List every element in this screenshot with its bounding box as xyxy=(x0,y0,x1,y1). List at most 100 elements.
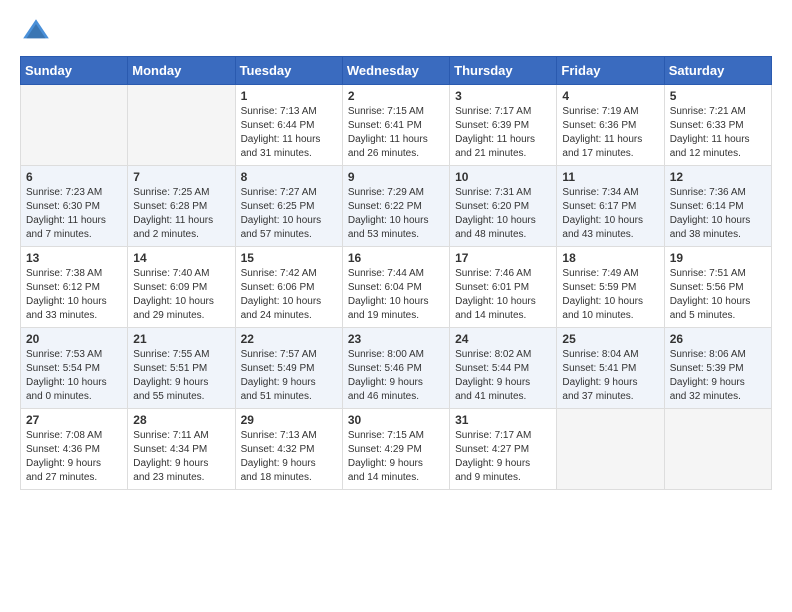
cell-details: Sunrise: 7:38 AM Sunset: 6:12 PM Dayligh… xyxy=(26,267,122,323)
cell-details: Sunrise: 7:49 AM Sunset: 5:59 PM Dayligh… xyxy=(562,267,658,323)
cell-details: Sunrise: 7:13 AM Sunset: 6:44 PM Dayligh… xyxy=(241,105,337,161)
calendar-cell: 10 Sunrise: 7:31 AM Sunset: 6:20 PM Dayli… xyxy=(450,166,557,247)
calendar-cell: 13Sunrise: 7:38 AM Sunset: 6:12 PM Dayli… xyxy=(21,247,128,328)
week-row-4: 27Sunrise: 7:08 AM Sunset: 4:36 PM Dayli… xyxy=(21,409,772,490)
cell-details: Sunrise: 7:46 AM Sunset: 6:01 PM Dayligh… xyxy=(455,267,551,323)
day-number: 1 xyxy=(241,89,337,103)
cell-details: Sunrise: 7:44 AM Sunset: 6:04 PM Dayligh… xyxy=(348,267,444,323)
cell-details: Sunrise: 7:57 AM Sunset: 5:49 PM Dayligh… xyxy=(241,348,337,404)
cell-details: Sunrise: 7:53 AM Sunset: 5:54 PM Dayligh… xyxy=(26,348,122,404)
day-number: 7 xyxy=(133,170,229,184)
calendar-cell xyxy=(128,85,235,166)
day-number: 22 xyxy=(241,332,337,346)
day-number: 16 xyxy=(348,251,444,265)
calendar-cell: 19 Sunrise: 7:51 AM Sunset: 5:56 PM Dayli… xyxy=(664,247,771,328)
cell-details: Sunrise: 7:27 AM Sunset: 6:25 PM Dayligh… xyxy=(241,186,337,242)
cell-details: Sunrise: 7:23 AM Sunset: 6:30 PM Dayligh… xyxy=(26,186,122,242)
day-number: 31 xyxy=(455,413,551,427)
calendar-cell xyxy=(664,409,771,490)
weekday-header-friday: Friday xyxy=(557,57,664,85)
cell-details: Sunrise: 8:04 AM Sunset: 5:41 PM Dayligh… xyxy=(562,348,658,404)
cell-details: Sunrise: 8:00 AM Sunset: 5:46 PM Dayligh… xyxy=(348,348,444,404)
header xyxy=(20,16,772,48)
cell-details: Sunrise: 7:36 AM Sunset: 6:14 PM Dayligh… xyxy=(670,186,766,242)
day-number: 26 xyxy=(670,332,766,346)
day-number: 6 xyxy=(26,170,122,184)
cell-details: Sunrise: 7:17 AM Sunset: 4:27 PM Dayligh… xyxy=(455,429,551,485)
logo-icon xyxy=(20,16,52,48)
cell-details: Sunrise: 7:15 AM Sunset: 4:29 PM Dayligh… xyxy=(348,429,444,485)
day-number: 14 xyxy=(133,251,229,265)
calendar-cell xyxy=(21,85,128,166)
calendar-cell: 1 Sunrise: 7:13 AM Sunset: 6:44 PM Daylig… xyxy=(235,85,342,166)
day-number: 4 xyxy=(562,89,658,103)
cell-details: Sunrise: 7:11 AM Sunset: 4:34 PM Dayligh… xyxy=(133,429,229,485)
weekday-header-tuesday: Tuesday xyxy=(235,57,342,85)
calendar-cell: 25 Sunrise: 8:04 AM Sunset: 5:41 PM Dayli… xyxy=(557,328,664,409)
cell-details: Sunrise: 7:51 AM Sunset: 5:56 PM Dayligh… xyxy=(670,267,766,323)
cell-details: Sunrise: 8:02 AM Sunset: 5:44 PM Dayligh… xyxy=(455,348,551,404)
calendar-cell: 24Sunrise: 8:02 AM Sunset: 5:44 PM Dayli… xyxy=(450,328,557,409)
day-number: 23 xyxy=(348,332,444,346)
calendar-cell: 28 Sunrise: 7:11 AM Sunset: 4:34 PM Dayli… xyxy=(128,409,235,490)
calendar-cell: 9Sunrise: 7:29 AM Sunset: 6:22 PM Daylig… xyxy=(342,166,449,247)
week-row-3: 20 Sunrise: 7:53 AM Sunset: 5:54 PM Dayli… xyxy=(21,328,772,409)
calendar-cell: 27Sunrise: 7:08 AM Sunset: 4:36 PM Dayli… xyxy=(21,409,128,490)
cell-details: Sunrise: 7:34 AM Sunset: 6:17 PM Dayligh… xyxy=(562,186,658,242)
cell-details: Sunrise: 7:25 AM Sunset: 6:28 PM Dayligh… xyxy=(133,186,229,242)
calendar-cell: 3Sunrise: 7:17 AM Sunset: 6:39 PM Daylig… xyxy=(450,85,557,166)
day-number: 9 xyxy=(348,170,444,184)
cell-details: Sunrise: 7:19 AM Sunset: 6:36 PM Dayligh… xyxy=(562,105,658,161)
calendar-cell: 17 Sunrise: 7:46 AM Sunset: 6:01 PM Dayli… xyxy=(450,247,557,328)
cell-details: Sunrise: 7:13 AM Sunset: 4:32 PM Dayligh… xyxy=(241,429,337,485)
page: SundayMondayTuesdayWednesdayThursdayFrid… xyxy=(0,0,792,502)
day-number: 17 xyxy=(455,251,551,265)
weekday-header-wednesday: Wednesday xyxy=(342,57,449,85)
weekday-header-row: SundayMondayTuesdayWednesdayThursdayFrid… xyxy=(21,57,772,85)
cell-details: Sunrise: 7:31 AM Sunset: 6:20 PM Dayligh… xyxy=(455,186,551,242)
weekday-header-monday: Monday xyxy=(128,57,235,85)
cell-details: Sunrise: 7:21 AM Sunset: 6:33 PM Dayligh… xyxy=(670,105,766,161)
cell-details: Sunrise: 7:08 AM Sunset: 4:36 PM Dayligh… xyxy=(26,429,122,485)
calendar-cell: 15 Sunrise: 7:42 AM Sunset: 6:06 PM Dayli… xyxy=(235,247,342,328)
day-number: 2 xyxy=(348,89,444,103)
day-number: 8 xyxy=(241,170,337,184)
week-row-0: 1 Sunrise: 7:13 AM Sunset: 6:44 PM Daylig… xyxy=(21,85,772,166)
cell-details: Sunrise: 7:40 AM Sunset: 6:09 PM Dayligh… xyxy=(133,267,229,323)
day-number: 11 xyxy=(562,170,658,184)
calendar-cell: 5 Sunrise: 7:21 AM Sunset: 6:33 PM Daylig… xyxy=(664,85,771,166)
cell-details: Sunrise: 7:55 AM Sunset: 5:51 PM Dayligh… xyxy=(133,348,229,404)
calendar-cell: 7 Sunrise: 7:25 AM Sunset: 6:28 PM Daylig… xyxy=(128,166,235,247)
day-number: 20 xyxy=(26,332,122,346)
calendar-cell: 4 Sunrise: 7:19 AM Sunset: 6:36 PM Daylig… xyxy=(557,85,664,166)
day-number: 19 xyxy=(670,251,766,265)
day-number: 12 xyxy=(670,170,766,184)
week-row-1: 6 Sunrise: 7:23 AM Sunset: 6:30 PM Daylig… xyxy=(21,166,772,247)
calendar-cell: 11 Sunrise: 7:34 AM Sunset: 6:17 PM Dayli… xyxy=(557,166,664,247)
weekday-header-thursday: Thursday xyxy=(450,57,557,85)
calendar-cell: 14 Sunrise: 7:40 AM Sunset: 6:09 PM Dayli… xyxy=(128,247,235,328)
logo xyxy=(20,16,58,48)
cell-details: Sunrise: 8:06 AM Sunset: 5:39 PM Dayligh… xyxy=(670,348,766,404)
day-number: 5 xyxy=(670,89,766,103)
calendar-cell: 31 Sunrise: 7:17 AM Sunset: 4:27 PM Dayli… xyxy=(450,409,557,490)
calendar: SundayMondayTuesdayWednesdayThursdayFrid… xyxy=(20,56,772,490)
week-row-2: 13Sunrise: 7:38 AM Sunset: 6:12 PM Dayli… xyxy=(21,247,772,328)
calendar-cell: 21 Sunrise: 7:55 AM Sunset: 5:51 PM Dayli… xyxy=(128,328,235,409)
day-number: 10 xyxy=(455,170,551,184)
day-number: 28 xyxy=(133,413,229,427)
calendar-cell: 29 Sunrise: 7:13 AM Sunset: 4:32 PM Dayli… xyxy=(235,409,342,490)
weekday-header-saturday: Saturday xyxy=(664,57,771,85)
calendar-cell: 6 Sunrise: 7:23 AM Sunset: 6:30 PM Daylig… xyxy=(21,166,128,247)
day-number: 15 xyxy=(241,251,337,265)
calendar-cell: 2Sunrise: 7:15 AM Sunset: 6:41 PM Daylig… xyxy=(342,85,449,166)
day-number: 25 xyxy=(562,332,658,346)
day-number: 21 xyxy=(133,332,229,346)
weekday-header-sunday: Sunday xyxy=(21,57,128,85)
calendar-cell: 30Sunrise: 7:15 AM Sunset: 4:29 PM Dayli… xyxy=(342,409,449,490)
cell-details: Sunrise: 7:42 AM Sunset: 6:06 PM Dayligh… xyxy=(241,267,337,323)
calendar-cell: 20 Sunrise: 7:53 AM Sunset: 5:54 PM Dayli… xyxy=(21,328,128,409)
day-number: 29 xyxy=(241,413,337,427)
calendar-cell: 26 Sunrise: 8:06 AM Sunset: 5:39 PM Dayli… xyxy=(664,328,771,409)
calendar-cell: 23 Sunrise: 8:00 AM Sunset: 5:46 PM Dayli… xyxy=(342,328,449,409)
